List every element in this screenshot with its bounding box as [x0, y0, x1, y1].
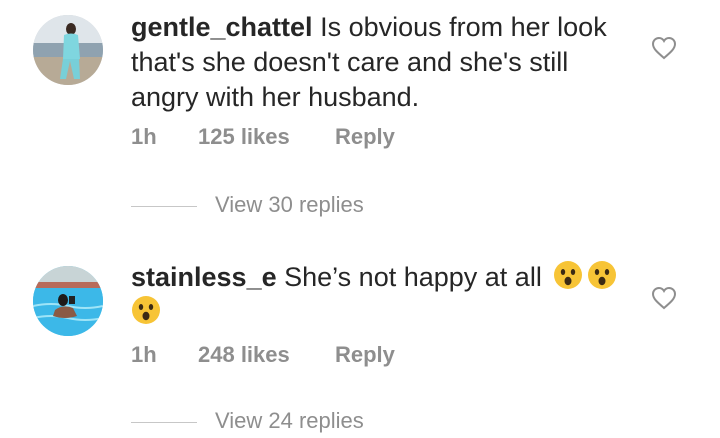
comment-text: gentle_chattel Is obvious from her look …	[131, 10, 631, 115]
comment-timestamp: 1h	[131, 342, 157, 367]
astonished-face-emoji-icon	[587, 260, 617, 290]
comment-username[interactable]: stainless_e	[131, 262, 277, 292]
replies-divider	[131, 422, 197, 423]
comment-timestamp: 1h	[131, 124, 157, 149]
view-replies-label[interactable]: View 24 replies	[215, 408, 364, 434]
reply-button[interactable]: Reply	[335, 342, 395, 368]
avatar[interactable]	[33, 15, 103, 85]
likes-count[interactable]: 125 likes	[198, 124, 290, 150]
comment-body: She’s not happy at all	[284, 262, 542, 292]
heart-icon[interactable]	[651, 286, 677, 310]
avatar[interactable]	[33, 266, 103, 336]
astonished-face-emoji-icon	[131, 295, 161, 325]
replies-divider	[131, 206, 197, 207]
reply-button[interactable]: Reply	[335, 124, 395, 150]
heart-icon[interactable]	[651, 36, 677, 60]
view-replies-label[interactable]: View 30 replies	[215, 192, 364, 218]
likes-count[interactable]: 248 likes	[198, 342, 290, 368]
astonished-face-emoji-icon	[553, 260, 583, 290]
comment-text: stainless_e She’s not happy at all	[131, 260, 631, 330]
comment-username[interactable]: gentle_chattel	[131, 12, 313, 42]
